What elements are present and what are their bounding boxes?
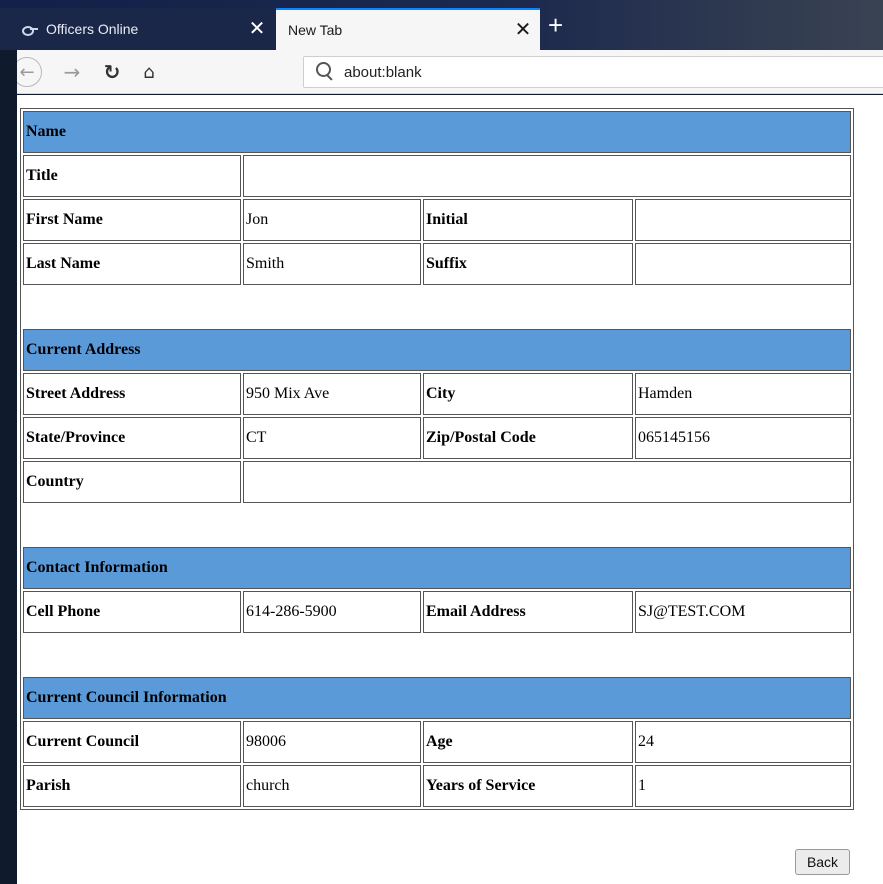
table-row: Country bbox=[23, 461, 851, 503]
section-header-contact: Contact Information bbox=[23, 547, 851, 589]
initial-value bbox=[635, 199, 851, 241]
years-of-service-value: 1 bbox=[635, 765, 851, 807]
suffix-label: Suffix bbox=[423, 243, 633, 285]
search-icon bbox=[314, 61, 336, 83]
new-tab-plus-icon[interactable]: + bbox=[548, 12, 563, 38]
home-icon[interactable]: ⌂ bbox=[136, 58, 162, 86]
parish-value: church bbox=[243, 765, 421, 807]
reload-icon[interactable]: ↻ bbox=[100, 58, 124, 86]
title-value bbox=[243, 155, 851, 197]
table-row: Cell Phone 614-286-5900 Email Address SJ… bbox=[23, 591, 851, 633]
tab-label: New Tab bbox=[288, 22, 343, 38]
suffix-value bbox=[635, 243, 851, 285]
last-name-value: Smith bbox=[243, 243, 421, 285]
country-label: Country bbox=[23, 461, 241, 503]
table-row: Title bbox=[23, 155, 851, 197]
current-council-value: 98006 bbox=[243, 721, 421, 763]
tab-new-tab[interactable]: New Tab ✕ bbox=[276, 8, 540, 50]
zip-label: Zip/Postal Code bbox=[423, 417, 633, 459]
cell-phone-value: 614-286-5900 bbox=[243, 591, 421, 633]
tab-close-icon[interactable]: ✕ bbox=[244, 19, 270, 39]
section-spacer bbox=[23, 287, 851, 327]
first-name-label: First Name bbox=[23, 199, 241, 241]
navigation-toolbar: ← → ↻ ⌂ about:blank bbox=[0, 50, 883, 94]
parish-label: Parish bbox=[23, 765, 241, 807]
age-label: Age bbox=[423, 721, 633, 763]
tab-close-icon[interactable]: ✕ bbox=[510, 20, 536, 40]
age-value: 24 bbox=[635, 721, 851, 763]
table-row: Street Address 950 Mix Ave City Hamden bbox=[23, 373, 851, 415]
tab-label: Officers Online bbox=[46, 21, 139, 37]
state-value: CT bbox=[243, 417, 421, 459]
window-left-edge bbox=[0, 50, 17, 884]
table-row: First Name Jon Initial bbox=[23, 199, 851, 241]
table-row: State/Province CT Zip/Postal Code 065145… bbox=[23, 417, 851, 459]
first-name-value: Jon bbox=[243, 199, 421, 241]
email-value: SJ@TEST.COM bbox=[635, 591, 851, 633]
table-row: Current Council 98006 Age 24 bbox=[23, 721, 851, 763]
street-label: Street Address bbox=[23, 373, 241, 415]
forward-arrow-icon[interactable]: → bbox=[60, 58, 84, 86]
street-value: 950 Mix Ave bbox=[243, 373, 421, 415]
tab-strip: Officers Online ✕ New Tab ✕ + bbox=[0, 0, 883, 50]
address-bar[interactable]: about:blank bbox=[303, 56, 883, 88]
zip-value: 065145156 bbox=[635, 417, 851, 459]
table-row: Parish church Years of Service 1 bbox=[23, 765, 851, 807]
last-name-label: Last Name bbox=[23, 243, 241, 285]
state-label: State/Province bbox=[23, 417, 241, 459]
section-header-name: Name bbox=[23, 111, 851, 153]
title-label: Title bbox=[23, 155, 241, 197]
section-header-council: Current Council Information bbox=[23, 677, 851, 719]
site-favicon-icon bbox=[22, 24, 38, 36]
section-spacer bbox=[23, 635, 851, 675]
city-value: Hamden bbox=[635, 373, 851, 415]
table-row: Last Name Smith Suffix bbox=[23, 243, 851, 285]
back-button[interactable]: Back bbox=[795, 849, 850, 875]
page-content: Name Title First Name Jon Initial Last N… bbox=[17, 95, 883, 884]
initial-label: Initial bbox=[423, 199, 633, 241]
country-value bbox=[243, 461, 851, 503]
years-of-service-label: Years of Service bbox=[423, 765, 633, 807]
email-label: Email Address bbox=[423, 591, 633, 633]
current-council-label: Current Council bbox=[23, 721, 241, 763]
section-spacer bbox=[23, 505, 851, 545]
city-label: City bbox=[423, 373, 633, 415]
section-header-address: Current Address bbox=[23, 329, 851, 371]
tab-officers-online[interactable]: Officers Online ✕ bbox=[0, 8, 276, 50]
address-text[interactable]: about:blank bbox=[344, 64, 422, 81]
cell-phone-label: Cell Phone bbox=[23, 591, 241, 633]
officer-info-table: Name Title First Name Jon Initial Last N… bbox=[20, 108, 854, 810]
